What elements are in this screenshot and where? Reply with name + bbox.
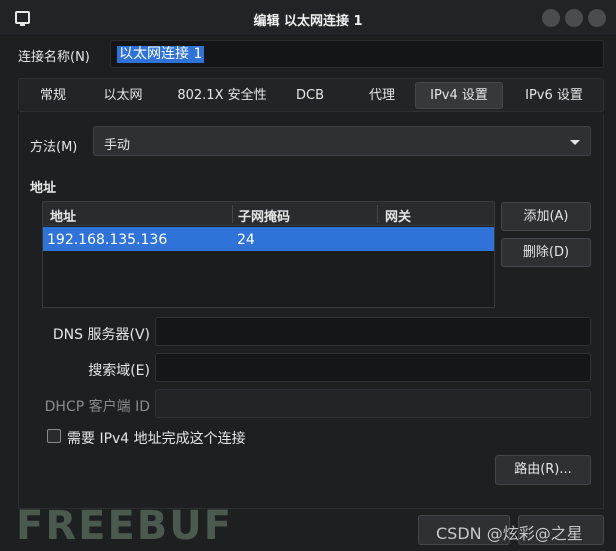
column-divider xyxy=(232,205,233,223)
table-header: 地址 子网掩码 网关 xyxy=(43,202,494,226)
method-value: 手动 xyxy=(104,138,131,153)
addresses-heading: 地址 xyxy=(30,181,57,196)
column-header-netmask[interactable]: 子网掩码 xyxy=(238,206,290,225)
method-select[interactable]: 手动 xyxy=(93,126,591,156)
search-domains-input[interactable] xyxy=(155,353,591,382)
connection-name-value: 以太网连接 1 xyxy=(117,46,205,63)
add-address-button[interactable]: 添加(A) xyxy=(501,202,591,231)
method-label: 方法(M) xyxy=(30,140,78,155)
title-bar: 编辑 以太网连接 1 xyxy=(0,0,616,36)
minimize-icon[interactable] xyxy=(542,9,560,27)
tab-ipv6-settings[interactable]: IPv6 设置 xyxy=(513,82,595,109)
require-ipv4-checkbox[interactable] xyxy=(47,429,61,443)
chevron-down-icon xyxy=(570,140,580,145)
tab-proxy[interactable]: 代理 xyxy=(353,82,411,109)
watermark-logo: FREEBUF xyxy=(16,503,234,549)
connection-name-input[interactable]: 以太网连接 1 xyxy=(110,40,604,68)
column-header-address[interactable]: 地址 xyxy=(50,206,76,225)
delete-address-button[interactable]: 删除(D) xyxy=(501,238,591,267)
column-divider xyxy=(377,205,378,223)
close-icon[interactable] xyxy=(588,9,606,27)
ipv4-settings-panel xyxy=(18,114,604,509)
dhcp-client-id-input xyxy=(155,389,591,418)
dhcp-client-id-label: DHCP 客户端 ID xyxy=(44,399,150,415)
tab-dcb[interactable]: DCB xyxy=(287,82,333,109)
tab-bar: 常规 以太网 802.1X 安全性 DCB 代理 IPv4 设置 IPv6 设置 xyxy=(18,78,604,112)
cell-address[interactable]: 192.168.135.136 xyxy=(47,232,167,248)
tab-ethernet[interactable]: 以太网 xyxy=(87,82,159,109)
connection-name-label: 连接名称(N) xyxy=(18,50,90,65)
tab-8021x-security[interactable]: 802.1X 安全性 xyxy=(167,82,277,109)
require-ipv4-label[interactable]: 需要 IPv4 地址完成这个连接 xyxy=(67,428,246,448)
dns-servers-label: DNS 服务器(V) xyxy=(52,327,150,343)
window-title: 编辑 以太网连接 1 xyxy=(253,14,363,29)
search-domains-label: 搜索域(E) xyxy=(88,363,150,379)
tab-general[interactable]: 常规 xyxy=(27,82,79,109)
column-header-gateway[interactable]: 网关 xyxy=(385,206,411,225)
table-row[interactable]: 192.168.135.136 24 xyxy=(43,227,494,251)
cell-netmask[interactable]: 24 xyxy=(237,232,255,248)
maximize-icon[interactable] xyxy=(565,9,583,27)
dns-servers-input[interactable] xyxy=(155,317,591,346)
routes-button[interactable]: 路由(R)... xyxy=(495,455,591,485)
tab-ipv4-settings[interactable]: IPv4 设置 xyxy=(415,82,503,109)
watermark-text: CSDN @炫彩@之星 xyxy=(436,524,583,543)
addresses-table[interactable]: 地址 子网掩码 网关 192.168.135.136 24 xyxy=(42,201,495,308)
